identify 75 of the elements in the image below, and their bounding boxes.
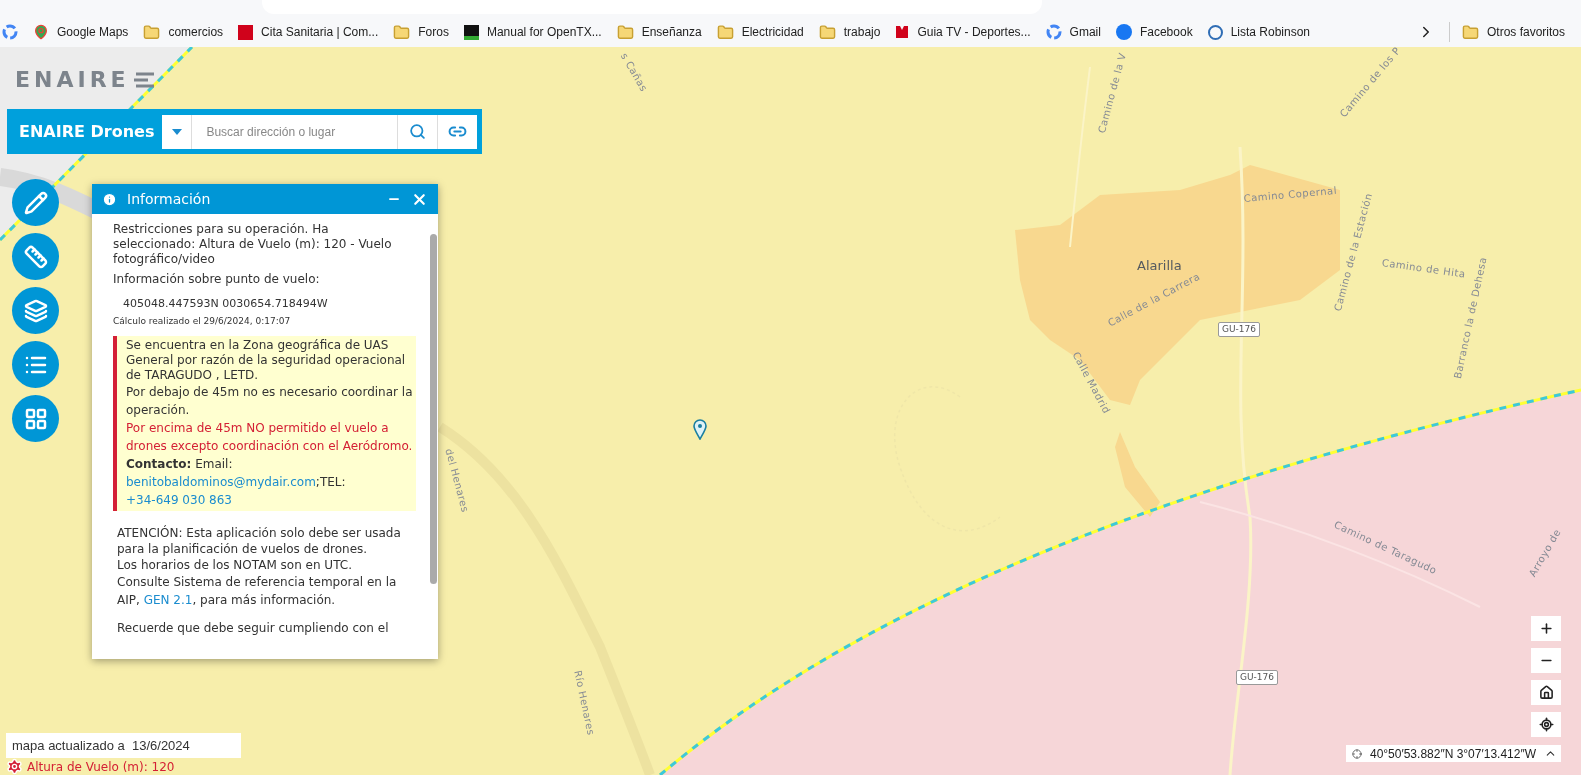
locate-icon xyxy=(1538,717,1554,732)
bookmark-link[interactable]: Facebook xyxy=(1115,23,1193,41)
road-shield: GU-176 xyxy=(1218,322,1260,337)
point-label: Información sobre punto de vuelo: xyxy=(113,272,321,287)
bookmark-link[interactable]: Foros xyxy=(393,23,449,41)
link-button[interactable] xyxy=(437,114,477,149)
folder-icon xyxy=(143,23,161,41)
email-link[interactable]: benitobaldominos@mydair.com xyxy=(126,473,316,491)
crosshair-icon xyxy=(1351,748,1362,759)
contact-text: Contacto: Email: xyxy=(126,456,233,473)
pencil-icon xyxy=(23,190,48,215)
tel-label: ;TEL: xyxy=(315,474,347,491)
caret-icon xyxy=(171,128,182,135)
info-icon xyxy=(102,191,117,207)
folder-icon xyxy=(1461,23,1479,41)
coordination-text: Por debajo de 45m no es necesario coordinar la operación. xyxy=(126,384,414,419)
folder-icon xyxy=(616,23,634,41)
flight-height-label: Altura de Vuelo (m): 120 xyxy=(27,758,175,775)
home-icon xyxy=(1538,685,1554,700)
bookmark-link[interactable]: comercios xyxy=(143,23,224,41)
road-shield: GU-176 xyxy=(1236,670,1278,685)
site-logo-icon xyxy=(895,25,910,39)
locate-button[interactable] xyxy=(1531,712,1561,737)
intro-text: Restricciones para su operación. Ha seleccionado: Altura de Vuelo (m): 120 - Vuelo fotográfico/video xyxy=(113,222,393,267)
bookmark-link[interactable]: Otros favoritos xyxy=(1461,23,1565,41)
plus-icon xyxy=(1538,621,1554,636)
folder-icon xyxy=(818,23,836,41)
search-button[interactable] xyxy=(397,114,437,149)
road-label: Río Henares xyxy=(571,669,598,737)
road-label: del Henares xyxy=(442,447,472,514)
consult-text: Consulte Sistema de referencia temporal en la AIP, GEN 2.1, para más información. xyxy=(117,574,398,609)
logo-lines-icon xyxy=(133,71,156,88)
road-label: Camino Copernal xyxy=(1243,183,1338,206)
layers-icon xyxy=(23,298,48,323)
warning-text: Por encima de 45m NO permitido el vuelo a drones excepto coordinación con el Aeródromo. xyxy=(126,420,414,455)
folder-icon xyxy=(393,23,411,41)
scrollbar-thumb[interactable] xyxy=(430,234,437,584)
home-button[interactable] xyxy=(1531,680,1561,705)
bookmark-link[interactable]: Lista Robinson xyxy=(1207,23,1311,41)
road-label: Camino de la V xyxy=(1094,50,1129,135)
phone-link[interactable]: +34-649 030 863 xyxy=(126,491,232,509)
notam-text: Los horarios de los NOTAM son en UTC. xyxy=(117,557,353,573)
cursor-coordinates: 40°50′53.882″N 3°07′13.412″W xyxy=(1369,745,1536,763)
dropdown-button[interactable] xyxy=(162,114,193,149)
zone-text: Se encuentra en la Zona geográfica de UAS General por razón de la seguridad operacional de TARAGUDO , LETD. xyxy=(126,338,407,383)
point-coordinates: 405048.447593N 0030654.718494W xyxy=(123,296,329,311)
gear-icon[interactable] xyxy=(6,758,23,775)
search-field[interactable]: Buscar dirección o lugar xyxy=(192,114,397,149)
bookmark-link[interactable]: Cita Sanitaria | Com... xyxy=(238,23,379,41)
bookmark-link[interactable]: Electricidad xyxy=(716,23,804,41)
site-logo-icon xyxy=(238,24,254,40)
map-pin-icon xyxy=(33,24,49,40)
bookmark-link[interactable]: Manual for OpenTX... xyxy=(463,23,602,41)
reminder-text: Recuerde que debe seguir cumpliendo con el xyxy=(117,621,390,636)
site-logo-icon xyxy=(463,24,479,40)
ruler-icon xyxy=(23,244,48,269)
attention-text: ATENCIÓN: Esta aplicación solo debe ser usada para la planificación de vuelos de drones. xyxy=(117,525,402,557)
calculation-time: Cálculo realizado el 29/6/2024, 0:17:07 xyxy=(113,315,292,328)
panel-title: Información xyxy=(127,189,211,209)
logo: ENAIRE xyxy=(15,66,130,94)
road-label: Camino de Hita xyxy=(1380,256,1467,282)
bookmark-link[interactable]: trabajo xyxy=(818,23,881,41)
map-updated-label: mapa actualizado a 13/6/2024 xyxy=(6,733,241,758)
bookmark-link[interactable]: Google Maps xyxy=(33,23,129,41)
bookmark-link[interactable]: Gmail xyxy=(1045,23,1101,41)
folder-icon xyxy=(716,23,734,41)
location-pin-icon xyxy=(693,419,707,440)
search-icon xyxy=(409,123,426,140)
zoom-in-button[interactable] xyxy=(1531,616,1561,641)
app-title: ENAIRE Drones xyxy=(19,120,155,143)
bookmark-link[interactable]: Enseñanza xyxy=(616,23,702,41)
bookmark-link[interactable]: Guia TV - Deportes... xyxy=(895,23,1031,41)
grid-icon xyxy=(23,406,48,431)
place-label: Alarilla xyxy=(1137,257,1182,275)
zoom-out-button[interactable] xyxy=(1531,648,1561,673)
